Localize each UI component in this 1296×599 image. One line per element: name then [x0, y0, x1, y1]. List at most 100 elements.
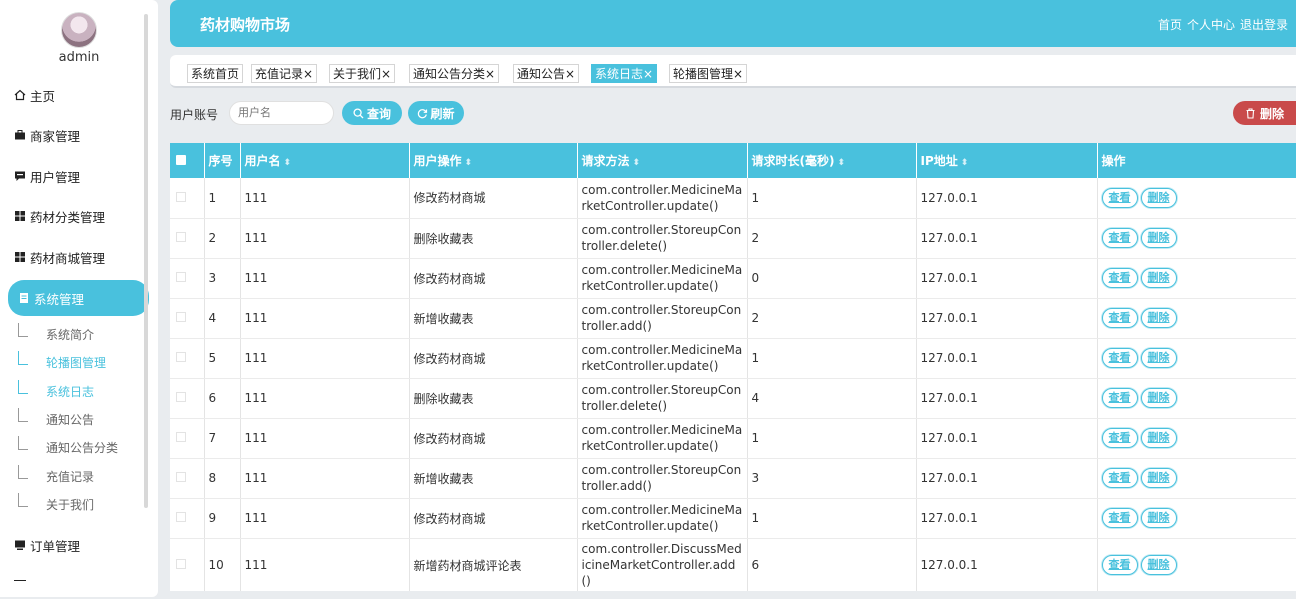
cell-ip: 127.0.0.1 [916, 298, 1098, 339]
row-checkbox[interactable] [176, 312, 186, 322]
view-button[interactable]: 查看 [1101, 348, 1138, 368]
cell-actions: 查看 删除 [1097, 538, 1296, 591]
close-icon[interactable]: × [733, 67, 743, 81]
row-checkbox[interactable] [176, 432, 186, 442]
sidebar-item-orders[interactable]: 订单管理 [0, 527, 150, 563]
col-header-ip[interactable]: IP地址 ⬍ [916, 143, 1098, 178]
col-header-duration[interactable]: 请求时长(毫秒) ⬍ [747, 143, 917, 178]
header-label: 用户操作 [413, 154, 462, 168]
search-input[interactable] [229, 101, 334, 125]
row-delete-button[interactable]: 删除 [1140, 308, 1177, 328]
row-delete-button[interactable]: 删除 [1140, 268, 1177, 288]
row-checkbox[interactable] [176, 512, 186, 522]
submenu-item-syslog[interactable]: 系统日志 [18, 377, 94, 405]
close-icon[interactable]: × [485, 67, 495, 81]
submenu-item-recharge[interactable]: 充值记录 [18, 462, 94, 490]
sidebar-item-category[interactable]: 药材分类管理 [0, 198, 150, 234]
view-button[interactable]: 查看 [1101, 508, 1138, 528]
sidebar-item-users[interactable]: 用户管理 [0, 158, 150, 194]
row-checkbox[interactable] [176, 272, 186, 282]
col-header-method[interactable]: 请求方法 ⬍ [577, 143, 748, 178]
cell-operation: 修改药材商城 [409, 338, 578, 379]
row-select-cell[interactable] [170, 458, 205, 499]
row-select-cell[interactable] [170, 418, 205, 459]
row-select-cell[interactable] [170, 218, 205, 259]
query-button[interactable]: 查询 [342, 101, 402, 125]
sort-icon[interactable]: ⬍ [284, 158, 292, 168]
tab-notice[interactable]: 通知公告 × [513, 64, 580, 83]
view-button[interactable]: 查看 [1101, 428, 1138, 448]
cell-ip: 127.0.0.1 [916, 218, 1098, 259]
sidebar-item-home[interactable]: 主页 [0, 77, 150, 113]
home-link[interactable]: 首页 [1158, 16, 1182, 33]
submenu-item-notice-category[interactable]: 通知公告分类 [18, 433, 118, 461]
view-button[interactable]: 查看 [1101, 468, 1138, 488]
view-button[interactable]: 查看 [1101, 308, 1138, 328]
submenu-item-about[interactable]: 关于我们 [18, 490, 94, 518]
submenu-item-notice[interactable]: 通知公告 [18, 405, 94, 433]
row-delete-button[interactable]: 删除 [1140, 468, 1177, 488]
close-icon[interactable]: × [381, 67, 391, 81]
row-delete-button[interactable]: 删除 [1140, 348, 1177, 368]
row-select-cell[interactable] [170, 498, 205, 539]
profile-link[interactable]: 个人中心 [1187, 16, 1235, 33]
row-select-cell[interactable] [170, 338, 205, 379]
row-select-cell[interactable] [170, 298, 205, 339]
sort-icon[interactable]: ⬍ [633, 158, 641, 168]
view-button[interactable]: 查看 [1101, 187, 1138, 208]
close-icon[interactable]: × [565, 67, 575, 81]
table-row: 10 111 新增药材商城评论表 com.controller.DiscussMedi… [170, 538, 1296, 591]
sort-icon[interactable]: ⬍ [465, 158, 473, 168]
row-checkbox[interactable] [176, 232, 186, 242]
tab-about[interactable]: 关于我们 × [329, 64, 396, 83]
submenu-item-intro[interactable]: 系统简介 [18, 320, 94, 348]
col-header-operation[interactable]: 用户操作 ⬍ [409, 143, 578, 178]
sidebar-item-merchant[interactable]: 商家管理 [0, 117, 150, 153]
view-button[interactable]: 查看 [1101, 388, 1138, 408]
row-delete-button[interactable]: 删除 [1140, 187, 1177, 208]
submenu-item-carousel[interactable]: 轮播图管理 [18, 348, 106, 376]
avatar[interactable] [61, 12, 97, 48]
tree-branch-icon [18, 465, 28, 479]
row-select-cell[interactable] [170, 538, 205, 591]
sidebar-scrollbar[interactable] [144, 14, 148, 508]
col-header-username[interactable]: 用户名 ⬍ [240, 143, 410, 178]
tab-home[interactable]: 系统首页 [187, 64, 244, 83]
view-button[interactable]: 查看 [1101, 228, 1138, 248]
row-checkbox[interactable] [176, 191, 186, 202]
row-delete-button[interactable]: 删除 [1140, 388, 1177, 408]
row-delete-button[interactable]: 删除 [1140, 555, 1177, 575]
submenu-label: 通知公告 [46, 412, 95, 427]
row-delete-button[interactable]: 删除 [1140, 428, 1177, 448]
row-checkbox[interactable] [176, 352, 186, 362]
row-checkbox[interactable] [176, 472, 186, 482]
sidebar-item-system[interactable]: 系统管理 [8, 280, 149, 316]
select-all-checkbox[interactable] [176, 154, 186, 165]
sidebar-item-market[interactable]: 药材商城管理 [0, 239, 150, 275]
sort-icon[interactable]: ⬍ [837, 158, 845, 168]
view-button[interactable]: 查看 [1101, 268, 1138, 288]
sort-icon[interactable]: ⬍ [961, 158, 969, 168]
select-all-cell[interactable] [170, 143, 205, 178]
tab-notice-category[interactable]: 通知公告分类 × [409, 64, 500, 83]
row-delete-button[interactable]: 删除 [1140, 508, 1177, 528]
tab-syslog[interactable]: 系统日志 × [591, 64, 658, 83]
view-button[interactable]: 查看 [1101, 555, 1138, 575]
refresh-button[interactable]: 刷新 [408, 101, 464, 125]
tab-carousel[interactable]: 轮播图管理 × [669, 64, 748, 83]
cell-actions: 查看 删除 [1097, 298, 1296, 339]
row-select-cell[interactable] [170, 178, 205, 219]
row-select-cell[interactable] [170, 378, 205, 419]
tab-label: 关于我们 [333, 67, 382, 81]
close-icon[interactable]: × [643, 67, 653, 81]
logout-link[interactable]: 退出登录 [1240, 16, 1288, 33]
close-icon[interactable]: × [303, 67, 313, 81]
tab-recharge[interactable]: 充值记录 × [251, 64, 318, 83]
row-checkbox[interactable] [176, 392, 186, 402]
row-checkbox[interactable] [176, 559, 186, 569]
row-select-cell[interactable] [170, 258, 205, 299]
row-delete-button[interactable]: 删除 [1140, 228, 1177, 248]
cell-no: 2 [204, 218, 241, 259]
bulk-delete-button[interactable]: 删除 [1233, 101, 1296, 125]
cell-username: 111 [240, 378, 410, 419]
